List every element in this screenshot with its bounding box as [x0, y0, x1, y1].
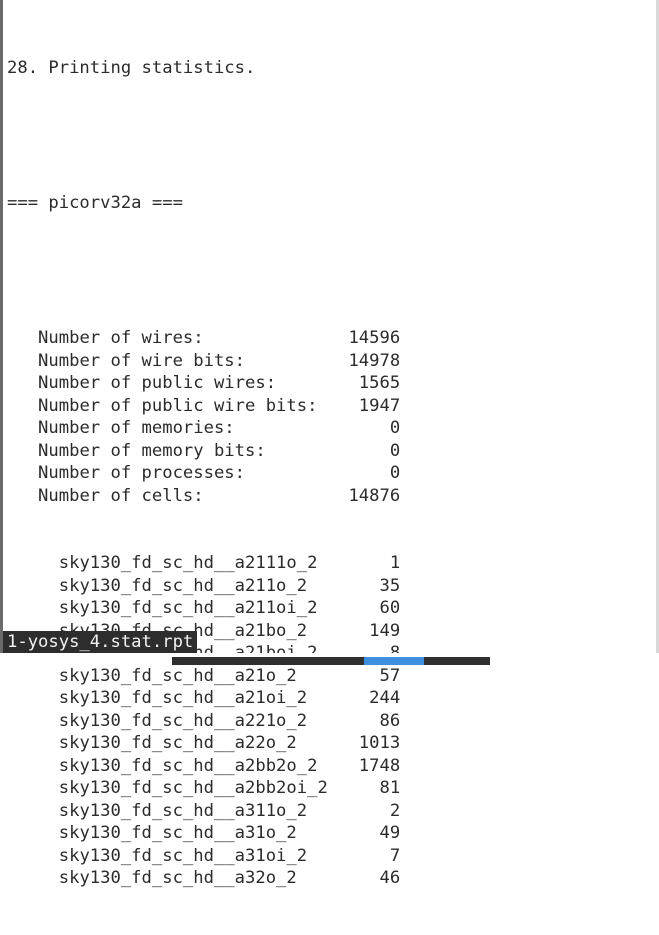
- cell-row: sky130_fd_sc_hd__a2bb2o_2 1748: [7, 755, 400, 778]
- stat-label: Number of processes:: [38, 463, 246, 483]
- cell-name: sky130_fd_sc_hd__a22o_2: [58, 733, 297, 753]
- cell-count: 1748: [358, 755, 401, 776]
- stats-list: Number of wires: 14596 Number of wire bit…: [7, 327, 400, 507]
- stat-value: 14596: [348, 328, 401, 348]
- stat-value: 0: [389, 418, 401, 438]
- stat-value: 0: [389, 440, 401, 461]
- cell-row: sky130_fd_sc_hd__a221o_2 86: [7, 710, 400, 733]
- cell-name: sky130_fd_sc_hd__a31o_2: [58, 823, 297, 843]
- cell-name: sky130_fd_sc_hd__a221o_2: [58, 710, 308, 731]
- cell-name: sky130_fd_sc_hd__a2111o_2: [58, 553, 318, 573]
- stat-value: 0: [389, 463, 401, 483]
- cell-name: sky130_fd_sc_hd__a2bb2o_2: [58, 755, 318, 776]
- stat-row: Number of memories: 0: [7, 417, 400, 440]
- stat-label: Number of public wires:: [38, 373, 277, 393]
- stat-row: Number of wire bits: 14978: [7, 350, 400, 373]
- cell-count: 7: [389, 845, 401, 866]
- cell-row: sky130_fd_sc_hd__a21oi_2 244: [7, 687, 400, 710]
- cell-name: sky130_fd_sc_hd__a21oi_2: [58, 688, 308, 708]
- stat-label: Number of public wire bits:: [38, 395, 318, 416]
- cell-name: sky130_fd_sc_hd__a211o_2: [58, 575, 308, 596]
- cell-name: sky130_fd_sc_hd__a31oi_2: [58, 845, 308, 866]
- cell-row: sky130_fd_sc_hd__a2111o_2 1: [7, 552, 400, 575]
- stat-label: Number of cells:: [38, 485, 204, 506]
- cell-row: sky130_fd_sc_hd__a32o_2 46: [7, 867, 400, 890]
- cell-row: sky130_fd_sc_hd__a22o_2 1013: [7, 732, 400, 755]
- section-header: 28. Printing statistics.: [7, 58, 256, 78]
- stat-row: Number of wires: 14596: [7, 327, 400, 350]
- stat-value: 14876: [348, 485, 401, 506]
- status-bar-filename: 1-yosys_4.stat.rpt: [3, 631, 198, 653]
- cell-count: 46: [379, 868, 401, 888]
- stat-row: Number of cells: 14876: [7, 485, 400, 508]
- stat-row: Number of public wire bits: 1947: [7, 395, 400, 418]
- cell-row: sky130_fd_sc_hd__a311o_2 2: [7, 800, 400, 823]
- cell-name: sky130_fd_sc_hd__a211oi_2: [58, 598, 318, 618]
- cell-name: sky130_fd_sc_hd__a21o_2: [58, 665, 297, 686]
- cell-row: sky130_fd_sc_hd__a21o_2 57: [7, 665, 400, 688]
- stat-label: Number of memories:: [38, 418, 235, 438]
- cell-count: 244: [369, 688, 401, 708]
- cell-row: sky130_fd_sc_hd__a31oi_2 7: [7, 845, 400, 868]
- cell-list: sky130_fd_sc_hd__a2111o_2 1 sky130_fd_sc_…: [7, 552, 400, 890]
- cell-count: 60: [379, 598, 401, 618]
- stat-value: 1947: [358, 395, 401, 416]
- cell-count: 1013: [358, 733, 401, 753]
- stat-label: Number of wires:: [38, 328, 204, 348]
- cell-name: sky130_fd_sc_hd__a2bb2oi_2: [58, 778, 328, 798]
- cell-count: 2: [389, 800, 401, 821]
- terminal-window[interactable]: 28. Printing statistics. === picorv32a =…: [0, 0, 659, 888]
- stat-label: Number of memory bits:: [38, 440, 266, 461]
- report-text: 28. Printing statistics. === picorv32a =…: [7, 12, 400, 935]
- cell-count: 1: [389, 553, 401, 573]
- cell-row: sky130_fd_sc_hd__a211oi_2 60: [7, 597, 400, 620]
- stat-row: Number of processes: 0: [7, 462, 400, 485]
- cell-count: 35: [379, 575, 401, 596]
- cell-count: 149: [369, 620, 401, 641]
- window-left-border: [0, 0, 3, 665]
- cell-row: sky130_fd_sc_hd__a31o_2 49: [7, 822, 400, 845]
- stat-value: 14978: [348, 350, 401, 371]
- cell-count: 57: [379, 665, 401, 686]
- module-header: === picorv32a ===: [7, 193, 183, 213]
- cell-count: 49: [379, 823, 401, 843]
- cell-row: sky130_fd_sc_hd__a2bb2oi_2 81: [7, 777, 400, 800]
- cell-count: 81: [379, 778, 401, 798]
- cell-count: 86: [379, 710, 401, 731]
- cell-name: sky130_fd_sc_hd__a32o_2: [58, 868, 297, 888]
- cell-name: sky130_fd_sc_hd__a311o_2: [58, 800, 308, 821]
- taskbar-active-item[interactable]: [364, 657, 424, 665]
- cell-row: sky130_fd_sc_hd__a211o_2 35: [7, 575, 400, 598]
- stat-row: Number of memory bits: 0: [7, 440, 400, 463]
- stat-row: Number of public wires: 1565: [7, 372, 400, 395]
- stat-label: Number of wire bits:: [38, 350, 246, 371]
- stat-value: 1565: [358, 373, 401, 393]
- taskbar: [172, 657, 490, 665]
